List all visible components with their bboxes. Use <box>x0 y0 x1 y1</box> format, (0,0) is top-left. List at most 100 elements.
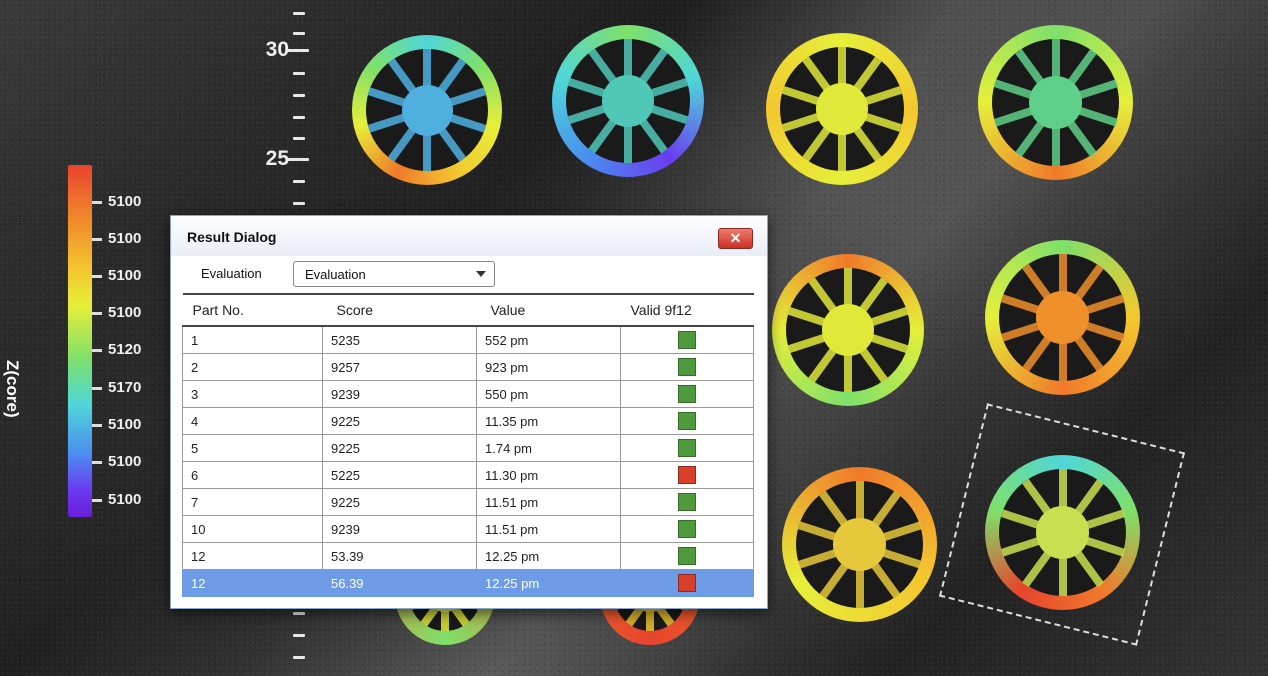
status-ok-indicator <box>678 439 696 457</box>
column-header-part-no[interactable]: Part No. <box>182 293 323 327</box>
status-ok-indicator <box>678 358 696 376</box>
column-header-valid[interactable]: Valid 9f12 <box>620 293 754 327</box>
dialog-title: Result Dialog <box>187 229 277 245</box>
table-row[interactable]: 3 9239 550 pm <box>182 380 754 408</box>
cell-valid <box>620 542 754 570</box>
table-row[interactable]: 2 9257 923 pm <box>182 353 754 381</box>
status-fail-indicator <box>678 466 696 484</box>
colorbar-tick-label: 5100 <box>108 230 142 247</box>
cell-valid <box>620 569 754 597</box>
table-row[interactable]: 1 5235 552 pm <box>182 325 754 354</box>
ruler-label-25: 25 <box>265 147 289 170</box>
cell-part-no: 7 <box>182 488 323 516</box>
heatmap-wheel-part <box>552 25 704 177</box>
colorbar-tick <box>92 238 102 241</box>
table-row[interactable]: 7 9225 11.51 pm <box>182 488 754 516</box>
cell-valid <box>620 515 754 543</box>
colorbar-tick <box>92 461 102 464</box>
heatmap-wheel-part <box>985 240 1140 395</box>
cell-value: 923 pm <box>476 353 621 381</box>
colorbar-tick <box>92 424 102 427</box>
table-row[interactable]: 6 5225 11.30 pm <box>182 461 754 489</box>
cell-score: 5235 <box>322 325 477 354</box>
cell-part-no: 3 <box>182 380 323 408</box>
cell-part-no: 10 <box>182 515 323 543</box>
status-ok-indicator <box>678 385 696 403</box>
evaluation-selected-value: Evaluation <box>305 267 366 282</box>
status-ok-indicator <box>678 331 696 349</box>
cell-value: 11.35 pm <box>476 407 621 435</box>
dialog-titlebar[interactable]: Result Dialog ✕ <box>171 216 767 256</box>
cell-score: 5225 <box>322 461 477 489</box>
cell-value: 1.74 pm <box>476 434 621 462</box>
cell-part-no: 2 <box>182 353 323 381</box>
colorbar-tick-label: 5170 <box>108 379 142 396</box>
colorbar-tick-label: 5100 <box>108 416 142 433</box>
status-ok-indicator <box>678 412 696 430</box>
cell-value: 12.25 pm <box>476 569 621 597</box>
cell-score: 9225 <box>322 407 477 435</box>
result-dialog: Result Dialog ✕ Evaluation Evaluation Pa… <box>170 215 768 609</box>
cell-valid <box>620 325 754 354</box>
results-table: Part No. Score Value Valid 9f12 1 5235 552… <box>182 293 754 597</box>
evaluation-dropdown[interactable]: Evaluation <box>293 261 495 287</box>
table-header-row: Part No. Score Value Valid 9f12 <box>182 293 754 327</box>
cell-valid <box>620 488 754 516</box>
cell-valid <box>620 434 754 462</box>
heatmap-wheel-part <box>978 25 1133 180</box>
cell-valid <box>620 461 754 489</box>
status-fail-indicator <box>678 574 696 592</box>
status-ok-indicator <box>678 520 696 538</box>
evaluation-row: Evaluation Evaluation <box>171 260 767 288</box>
heatmap-wheel-part <box>766 33 918 185</box>
ruler-label-30: 30 <box>265 38 289 61</box>
colorbar-tick <box>92 387 102 390</box>
column-header-value[interactable]: Value <box>476 293 621 327</box>
cell-part-no: 4 <box>182 407 323 435</box>
colorbar-tick <box>92 349 102 352</box>
heatmap-wheel-part <box>772 254 924 406</box>
colorbar-tick-label: 5120 <box>108 341 142 358</box>
close-button[interactable]: ✕ <box>718 228 753 249</box>
cell-value: 12.25 pm <box>476 542 621 570</box>
heatmap-wheel-part <box>352 35 502 185</box>
heatmap-wheel-part <box>782 467 937 622</box>
table-row[interactable]: 10 9239 11.51 pm <box>182 515 754 543</box>
cell-score: 9225 <box>322 434 477 462</box>
column-header-score[interactable]: Score <box>322 293 477 327</box>
table-row[interactable]: 5 9225 1.74 pm <box>182 434 754 462</box>
chevron-down-icon[interactable] <box>476 271 486 277</box>
colorbar-axis-label: Z(core) <box>3 360 22 418</box>
table-row[interactable]: 12 56.39 12.25 pm <box>182 569 754 597</box>
colorbar-tick-label: 5100 <box>108 304 142 321</box>
cell-value: 550 pm <box>476 380 621 408</box>
colorbar-tick-label: 5100 <box>108 193 142 210</box>
cell-score: 9239 <box>322 515 477 543</box>
table-row[interactable]: 4 9225 11.35 pm <box>182 407 754 435</box>
cell-part-no: 5 <box>182 434 323 462</box>
colorbar-tick-label: 5100 <box>108 453 142 470</box>
cell-part-no: 6 <box>182 461 323 489</box>
colorbar-tick <box>92 312 102 315</box>
cell-valid <box>620 380 754 408</box>
colorbar-tick-label: 5100 <box>108 267 142 284</box>
status-ok-indicator <box>678 547 696 565</box>
cell-value: 11.51 pm <box>476 515 621 543</box>
colorbar-tick-label: 5100 <box>108 491 142 508</box>
evaluation-label: Evaluation <box>201 266 262 281</box>
colorbar-tick <box>92 499 102 502</box>
cell-valid <box>620 353 754 381</box>
cell-valid <box>620 407 754 435</box>
cell-part-no: 1 <box>182 325 323 354</box>
cell-value: 11.51 pm <box>476 488 621 516</box>
colorbar-tick <box>92 201 102 204</box>
cell-score: 56.39 <box>322 569 477 597</box>
cell-score: 9239 <box>322 380 477 408</box>
cell-part-no: 12 <box>182 569 323 597</box>
status-ok-indicator <box>678 493 696 511</box>
table-row[interactable]: 12 53.39 12.25 pm <box>182 542 754 570</box>
cell-score: 9225 <box>322 488 477 516</box>
cell-score: 53.39 <box>322 542 477 570</box>
cell-score: 9257 <box>322 353 477 381</box>
cell-value: 552 pm <box>476 325 621 354</box>
